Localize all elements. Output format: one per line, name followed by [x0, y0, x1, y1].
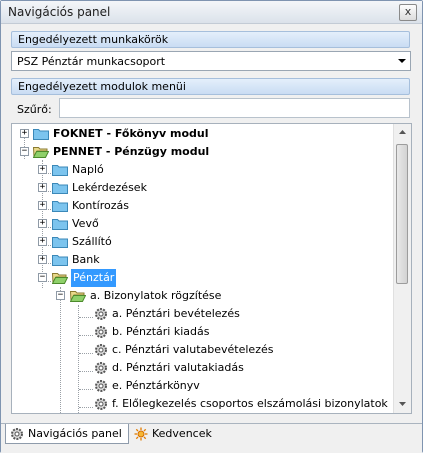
- module-menu-tree[interactable]: + FOKNET - Főkönyv modul − PENNET - Pénz…: [11, 123, 412, 414]
- sun-star-icon: [134, 427, 148, 441]
- chevron-down-icon[interactable]: [398, 59, 406, 63]
- close-button[interactable]: x: [399, 4, 417, 21]
- tree-label-szallito: Szállító: [72, 235, 112, 248]
- roles-section-header: Engedélyezett munkakörök: [11, 31, 410, 48]
- tree-leaf-label: f. Előlegkezelés csoportos elszámolási b…: [112, 397, 388, 410]
- expand-plus-icon[interactable]: +: [38, 165, 47, 174]
- tree-node-szallito[interactable]: + Szállító: [12, 233, 392, 251]
- expand-plus-icon[interactable]: +: [38, 183, 47, 192]
- gear-icon: [95, 398, 107, 410]
- gear-icon: [11, 428, 23, 440]
- tab-favorites[interactable]: Kedvencek: [130, 424, 220, 444]
- tree-leaf-label: d. Pénztári valutakiadás: [112, 361, 244, 374]
- tree-node-naplo[interactable]: + Napló: [12, 161, 392, 179]
- tree-label-naplo: Napló: [72, 163, 104, 176]
- scroll-down-icon[interactable]: [396, 397, 409, 410]
- folder-icon: [52, 201, 68, 212]
- title-bar: Navigációs panel x: [1, 1, 422, 24]
- tree-node-lekerdezesek[interactable]: + Lekérdezések: [12, 179, 392, 197]
- tree-leaf-item[interactable]: b. Pénztári kiadás: [12, 323, 392, 341]
- tree-label-kontirozas: Kontírozás: [72, 199, 129, 212]
- tab-label: Navigációs panel: [28, 427, 122, 440]
- tab-label: Kedvencek: [152, 427, 212, 440]
- tree-leaf-item[interactable]: a. Pénztári bevételezés: [12, 305, 392, 323]
- tab-navigation-panel[interactable]: Navigációs panel: [5, 424, 129, 444]
- tree-node-foknet[interactable]: + FOKNET - Főkönyv modul: [12, 125, 392, 143]
- folder-icon: [52, 183, 68, 194]
- gear-icon: [95, 326, 107, 338]
- tree-leaf-label: c. Pénztári valutabevételezés: [112, 343, 274, 356]
- open-folder-icon: [52, 273, 68, 284]
- vertical-scrollbar[interactable]: [393, 124, 411, 413]
- tree-label-bizonylatok: a. Bizonylatok rögzítése: [90, 289, 222, 302]
- tree-node-penztar[interactable]: − Pénztár: [12, 269, 392, 287]
- role-dropdown-value: PSZ Pénztár munkacsoport: [17, 55, 166, 68]
- filter-input[interactable]: [59, 98, 410, 118]
- expand-plus-icon[interactable]: +: [38, 201, 47, 210]
- gear-icon: [95, 362, 107, 374]
- open-folder-icon: [33, 147, 49, 158]
- tree-label-lekerdezesek: Lekérdezések: [72, 181, 147, 194]
- scroll-up-icon[interactable]: [396, 126, 409, 139]
- tree-node-vevo[interactable]: + Vevő: [12, 215, 392, 233]
- folder-icon: [33, 129, 49, 140]
- gear-icon: [95, 344, 107, 356]
- expand-plus-icon[interactable]: +: [20, 129, 29, 138]
- filter-label: Szűrő:: [17, 103, 52, 116]
- tree-label-foknet: FOKNET - Főkönyv modul: [53, 127, 209, 140]
- tree-leaf-item[interactable]: d. Pénztári valutakiadás: [12, 359, 392, 377]
- bottom-tab-bar: Navigációs panel Kedvencek: [1, 423, 422, 453]
- modules-section-header: Engedélyezett modulok menüi: [11, 78, 410, 95]
- collapse-minus-icon[interactable]: −: [56, 291, 65, 300]
- folder-icon: [52, 255, 68, 266]
- navigation-panel-window: Navigációs panel x Engedélyezett munkakö…: [0, 0, 423, 453]
- tree-label-pennet: PENNET - Pénzügy modul: [53, 145, 210, 158]
- window-title: Navigációs panel: [8, 5, 111, 19]
- expand-plus-icon[interactable]: +: [38, 219, 47, 228]
- collapse-minus-icon[interactable]: −: [38, 273, 47, 282]
- tree-node-bizonylatok[interactable]: − a. Bizonylatok rögzítése: [12, 287, 392, 305]
- tree-leaf-label: e. Pénztárkönyv: [112, 379, 200, 392]
- tree-node-kontirozas[interactable]: + Kontírozás: [12, 197, 392, 215]
- folder-icon: [52, 237, 68, 248]
- open-folder-icon: [70, 291, 86, 302]
- tree-label-bank: Bank: [72, 253, 100, 266]
- folder-icon: [52, 219, 68, 230]
- expand-plus-icon[interactable]: +: [38, 255, 47, 264]
- folder-icon: [52, 165, 68, 176]
- tree-leaf-label: a. Pénztári bevételezés: [112, 307, 240, 320]
- role-dropdown[interactable]: PSZ Pénztár munkacsoport: [11, 51, 411, 71]
- tree-node-pennet[interactable]: − PENNET - Pénzügy modul: [12, 143, 392, 161]
- tree-label-vevo: Vevő: [72, 217, 99, 230]
- gear-icon: [95, 380, 107, 392]
- tree-node-bank[interactable]: + Bank: [12, 251, 392, 269]
- tree-leaf-label: b. Pénztári kiadás: [112, 325, 210, 338]
- collapse-minus-icon[interactable]: −: [20, 147, 29, 156]
- tree-leaf-item[interactable]: c. Pénztári valutabevételezés: [12, 341, 392, 359]
- tree-label-penztar: Pénztár: [71, 269, 117, 287]
- scrollbar-thumb[interactable]: [396, 144, 408, 284]
- expand-plus-icon[interactable]: +: [38, 237, 47, 246]
- tree-leaf-item[interactable]: f. Előlegkezelés csoportos elszámolási b…: [12, 395, 392, 413]
- tree-leaf-item[interactable]: e. Pénztárkönyv: [12, 377, 392, 395]
- gear-icon: [95, 308, 107, 320]
